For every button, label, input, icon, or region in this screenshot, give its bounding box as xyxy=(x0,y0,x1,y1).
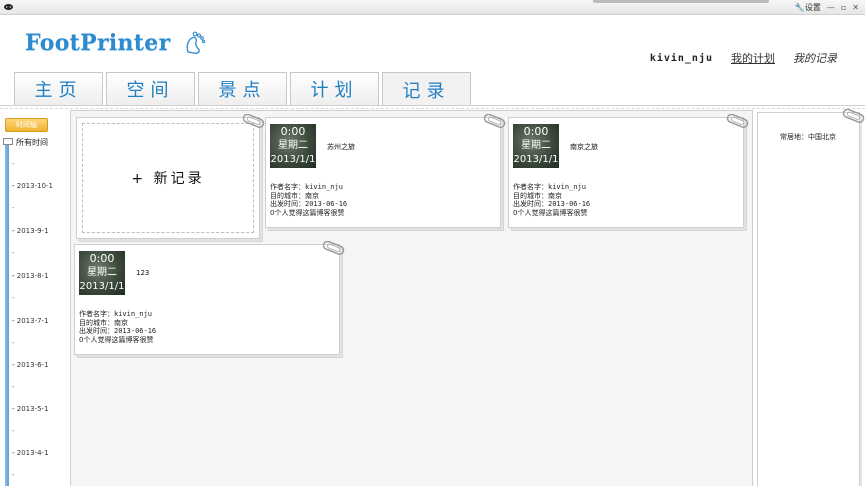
record-time: 0:00 xyxy=(280,125,306,138)
paperclip-icon xyxy=(842,109,865,123)
titlebar-search-strip[interactable] xyxy=(593,0,769,3)
timeline-month[interactable]: - 2013-6-1 xyxy=(12,361,49,369)
timeline-tick: - xyxy=(12,339,15,347)
app-window: 🔧设置 — ▫ ✕ FootPrinter kivin_nju 我的计划 我的记… xyxy=(0,0,865,486)
record-meta: 作者名字：kivin_nju 目的城市：南京 出发时间：2013-06-16 0… xyxy=(270,183,347,217)
record-meta: 作者名字：kivin_nju 目的城市：南京 出发时间：2013-06-16 0… xyxy=(79,310,156,344)
record-title[interactable]: 南京之旅 xyxy=(570,142,598,152)
timeline-month[interactable]: - 2013-10-1 xyxy=(12,182,53,190)
flag-icon xyxy=(3,138,13,145)
record-weekday: 星期二 xyxy=(87,267,117,278)
residence-text: 常居地：中国北京 xyxy=(780,133,836,141)
tab-space[interactable]: 空间 xyxy=(106,72,195,105)
tab-records[interactable]: 记录 xyxy=(382,72,471,106)
record-depart-row: 出发时间：2013-06-16 xyxy=(270,200,348,208)
timeline-month[interactable]: - 2013-8-1 xyxy=(12,272,49,280)
new-record-card[interactable]: + 新记录 xyxy=(76,114,265,239)
paperclip-icon xyxy=(726,114,749,128)
logo-text: FootPrinter xyxy=(25,30,171,56)
timeline-all-time[interactable]: 所有时间 xyxy=(16,137,48,148)
tabs-divider xyxy=(0,105,865,106)
my-records-link[interactable]: 我的记录 xyxy=(793,50,837,66)
record-likes: 0个人觉得这篇博客很赞 xyxy=(270,208,345,217)
record-date: 2013/1/1 xyxy=(513,154,559,165)
record-author-row: 作者名字：kivin_nju xyxy=(513,183,586,191)
timeline: 时间轴 所有时间 - - 2013-10-1 - - 2013-9-1 - - … xyxy=(0,112,68,486)
record-meta: 作者名字：kivin_nju 目的城市：南京 出发时间：2013-06-16 0… xyxy=(513,183,590,217)
record-date-thumb: 0:00 星期二 2013/1/1 xyxy=(513,124,559,168)
record-weekday: 星期二 xyxy=(278,140,308,151)
record-date-thumb: 0:00 星期二 2013/1/1 xyxy=(79,251,125,295)
footprint-icon xyxy=(186,31,206,54)
record-likes: 0个人觉得这篇博客很赞 xyxy=(513,208,588,217)
new-record-dropzone: + 新记录 xyxy=(82,123,254,233)
main-tabs: 主页 空间 景点 计划 记录 xyxy=(14,72,471,106)
timeline-badge[interactable]: 时间轴 xyxy=(5,118,48,132)
timeline-month[interactable]: - 2013-9-1 xyxy=(12,227,49,235)
record-likes: 0个人觉得这篇博客很赞 xyxy=(79,335,154,344)
record-depart-row: 出发时间：2013-06-16 xyxy=(513,200,591,208)
record-city-row: 目的城市：南京 xyxy=(513,191,562,200)
records-panel: + 新记录 0:00 星期二 2013/1/1 苏州之旅 作者名字：kivin_… xyxy=(70,110,753,486)
record-date-thumb: 0:00 星期二 2013/1/1 xyxy=(270,124,316,168)
timeline-month[interactable]: - 2013-4-1 xyxy=(12,449,49,457)
record-city-row: 目的城市：南京 xyxy=(270,191,319,200)
timeline-tick: - xyxy=(12,383,15,391)
record-depart-row: 出发时间：2013-06-16 xyxy=(79,327,157,335)
tab-attractions[interactable]: 景点 xyxy=(198,72,287,105)
record-time: 0:00 xyxy=(523,125,549,138)
window-controls: 🔧设置 — ▫ ✕ xyxy=(795,2,859,13)
timeline-month[interactable]: - 2013-5-1 xyxy=(12,405,49,413)
new-record-label: + 新记录 xyxy=(131,171,205,187)
timeline-tick: - xyxy=(12,249,15,257)
timeline-month[interactable]: - 2013-7-1 xyxy=(12,317,49,325)
username[interactable]: kivin_nju xyxy=(650,53,713,64)
timeline-tick: - xyxy=(12,427,15,435)
record-title[interactable]: 苏州之旅 xyxy=(327,142,355,152)
record-city-row: 目的城市：南京 xyxy=(79,318,128,327)
settings-label: 设置 xyxy=(804,3,821,12)
timeline-tick: - xyxy=(12,160,15,168)
logo[interactable]: FootPrinter xyxy=(25,30,208,56)
paperclip-icon xyxy=(483,114,506,128)
wrench-icon: 🔧 xyxy=(794,3,805,12)
window-titlebar: 🔧设置 — ▫ ✕ xyxy=(0,0,865,15)
tab-home[interactable]: 主页 xyxy=(14,72,103,105)
timeline-tick: - xyxy=(12,294,15,302)
record-date: 2013/1/1 xyxy=(79,281,125,292)
timeline-tick: - xyxy=(12,204,15,212)
paperclip-icon xyxy=(322,241,345,255)
record-author-row: 作者名字：kivin_nju xyxy=(270,183,343,191)
restore-button[interactable]: ▫ xyxy=(841,3,846,12)
my-plans-link[interactable]: 我的计划 xyxy=(731,50,775,66)
tab-plans[interactable]: 计划 xyxy=(290,72,379,105)
record-date: 2013/1/1 xyxy=(270,154,316,165)
timeline-tick: - xyxy=(12,471,15,479)
timeline-bar xyxy=(5,142,9,486)
record-card[interactable]: 0:00 星期二 2013/1/1 苏州之旅 作者名字：kivin_nju 目的… xyxy=(265,114,506,228)
minimize-button[interactable]: — xyxy=(827,3,835,12)
tabs-divider-dashed xyxy=(0,108,865,109)
record-author-row: 作者名字：kivin_nju xyxy=(79,310,152,318)
profile-side-panel: 常居地：中国北京 xyxy=(757,109,865,486)
record-card[interactable]: 0:00 星期二 2013/1/1 123 作者名字：kivin_nju 目的城… xyxy=(74,241,345,355)
paperclip-icon xyxy=(242,114,265,128)
user-links: kivin_nju 我的计划 我的记录 xyxy=(650,50,837,66)
record-time: 0:00 xyxy=(89,252,115,265)
record-title[interactable]: 123 xyxy=(136,269,149,277)
record-weekday: 星期二 xyxy=(521,140,551,151)
settings-button[interactable]: 🔧设置 xyxy=(795,2,821,13)
eye-icon xyxy=(4,4,13,10)
record-card[interactable]: 0:00 星期二 2013/1/1 南京之旅 作者名字：kivin_nju 目的… xyxy=(508,114,749,228)
close-button[interactable]: ✕ xyxy=(852,3,859,12)
